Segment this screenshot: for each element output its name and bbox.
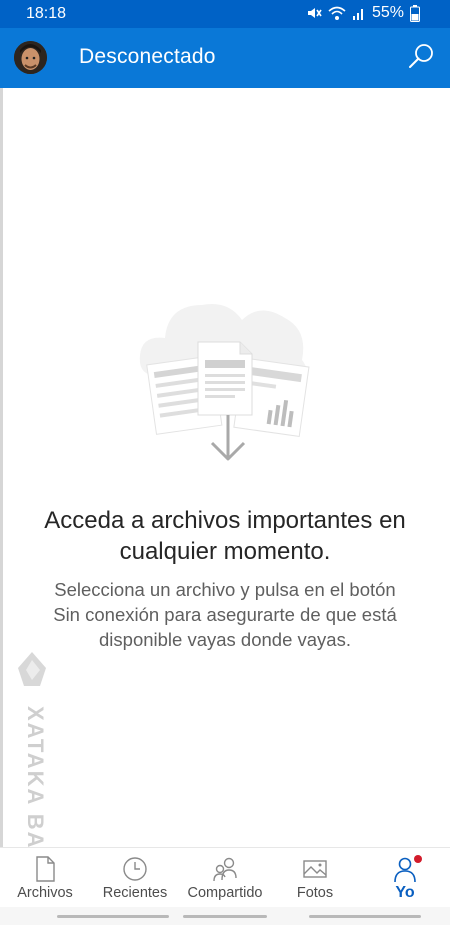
nav-label: Fotos <box>296 885 334 901</box>
battery-percent: 55% <box>371 4 404 21</box>
notification-badge <box>414 855 422 863</box>
nav-label: Compartido <box>187 885 263 901</box>
description-line: Sin conexión para asegurarte de que está <box>53 604 397 625</box>
offline-files-illustration <box>139 304 310 461</box>
wifi-icon <box>328 6 346 20</box>
mute-icon <box>307 8 322 18</box>
nav-item-recientes[interactable]: Recientes <box>90 848 180 908</box>
clock-icon <box>123 857 147 881</box>
left-edge-divider <box>0 88 3 918</box>
battery-icon <box>410 4 420 22</box>
page-title: Desconectado <box>79 45 216 68</box>
photo-icon <box>303 860 327 878</box>
nav-item-compartido[interactable]: Compartido <box>180 848 270 908</box>
heading-line: cualquier momento. <box>119 538 331 565</box>
signal-icon <box>352 9 363 20</box>
bottom-navigation: Archivos Recientes Compartido Fotos Yo <box>0 847 450 908</box>
nav-label: Yo <box>395 884 415 901</box>
nav-item-archivos[interactable]: Archivos <box>0 848 90 908</box>
nav-label: Recientes <box>102 885 168 901</box>
status-icons: 55% <box>306 4 420 22</box>
gesture-bar <box>0 907 450 925</box>
shared-people-icon <box>213 857 237 882</box>
description-line: Selecciona un archivo y pulsa en el botó… <box>54 579 396 600</box>
status-time: 18:18 <box>26 5 67 22</box>
gesture-pill <box>183 915 267 918</box>
nav-item-yo[interactable]: Yo <box>360 848 450 908</box>
file-icon <box>36 856 55 882</box>
heading-line: Acceda a archivos importantes en <box>44 507 406 534</box>
gesture-pill <box>309 915 421 918</box>
search-icon <box>409 44 433 68</box>
status-bar: 18:18 55% <box>0 0 450 28</box>
search-button[interactable] <box>406 42 436 72</box>
description-line: disponible vayas donde vayas. <box>99 629 351 650</box>
app-bar: Desconectado <box>0 28 450 88</box>
avatar-image <box>14 41 47 74</box>
gesture-pill <box>57 915 169 918</box>
nav-label: Archivos <box>17 885 73 901</box>
nav-item-fotos[interactable]: Fotos <box>270 848 360 908</box>
empty-state-heading: Acceda a archivos importantes en cualqui… <box>0 505 450 567</box>
avatar[interactable] <box>14 41 47 74</box>
empty-state-description: Selecciona un archivo y pulsa en el botó… <box>0 577 450 652</box>
